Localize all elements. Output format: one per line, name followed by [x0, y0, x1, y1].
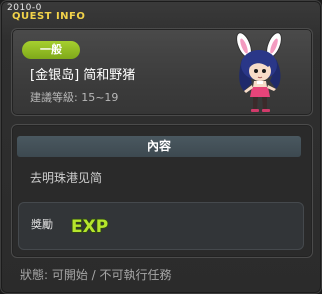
quest-summary-panel: 一般 [金银岛] 简和野猪 建議等級: 15~19 [11, 28, 313, 116]
quest-info-window: 2010-0 QUEST INFO 一般 [金银岛] 简和野猪 建議等級: 15… [0, 0, 322, 294]
quest-status: 狀態: 可開始 / 不可執行任務 [20, 268, 172, 282]
reward-box: 獎勵 EXP [18, 202, 304, 250]
content-header: 內容 [17, 136, 301, 157]
quest-description: 去明珠港见简 [30, 171, 103, 185]
exp-text: EXP [71, 217, 108, 236]
exp-icon: EXP [70, 216, 109, 236]
quest-type-badge: 一般 [22, 41, 80, 59]
quest-name: [金银岛] 简和野猪 [30, 68, 136, 83]
reward-label: 獎勵 [31, 218, 53, 231]
window-title: QUEST INFO [12, 11, 86, 22]
recommended-level: 建議等級: 15~19 [30, 91, 119, 104]
quest-content-panel: 內容 去明珠港见简 獎勵 EXP [11, 124, 313, 258]
npc-bunny-girl-icon [236, 32, 282, 112]
